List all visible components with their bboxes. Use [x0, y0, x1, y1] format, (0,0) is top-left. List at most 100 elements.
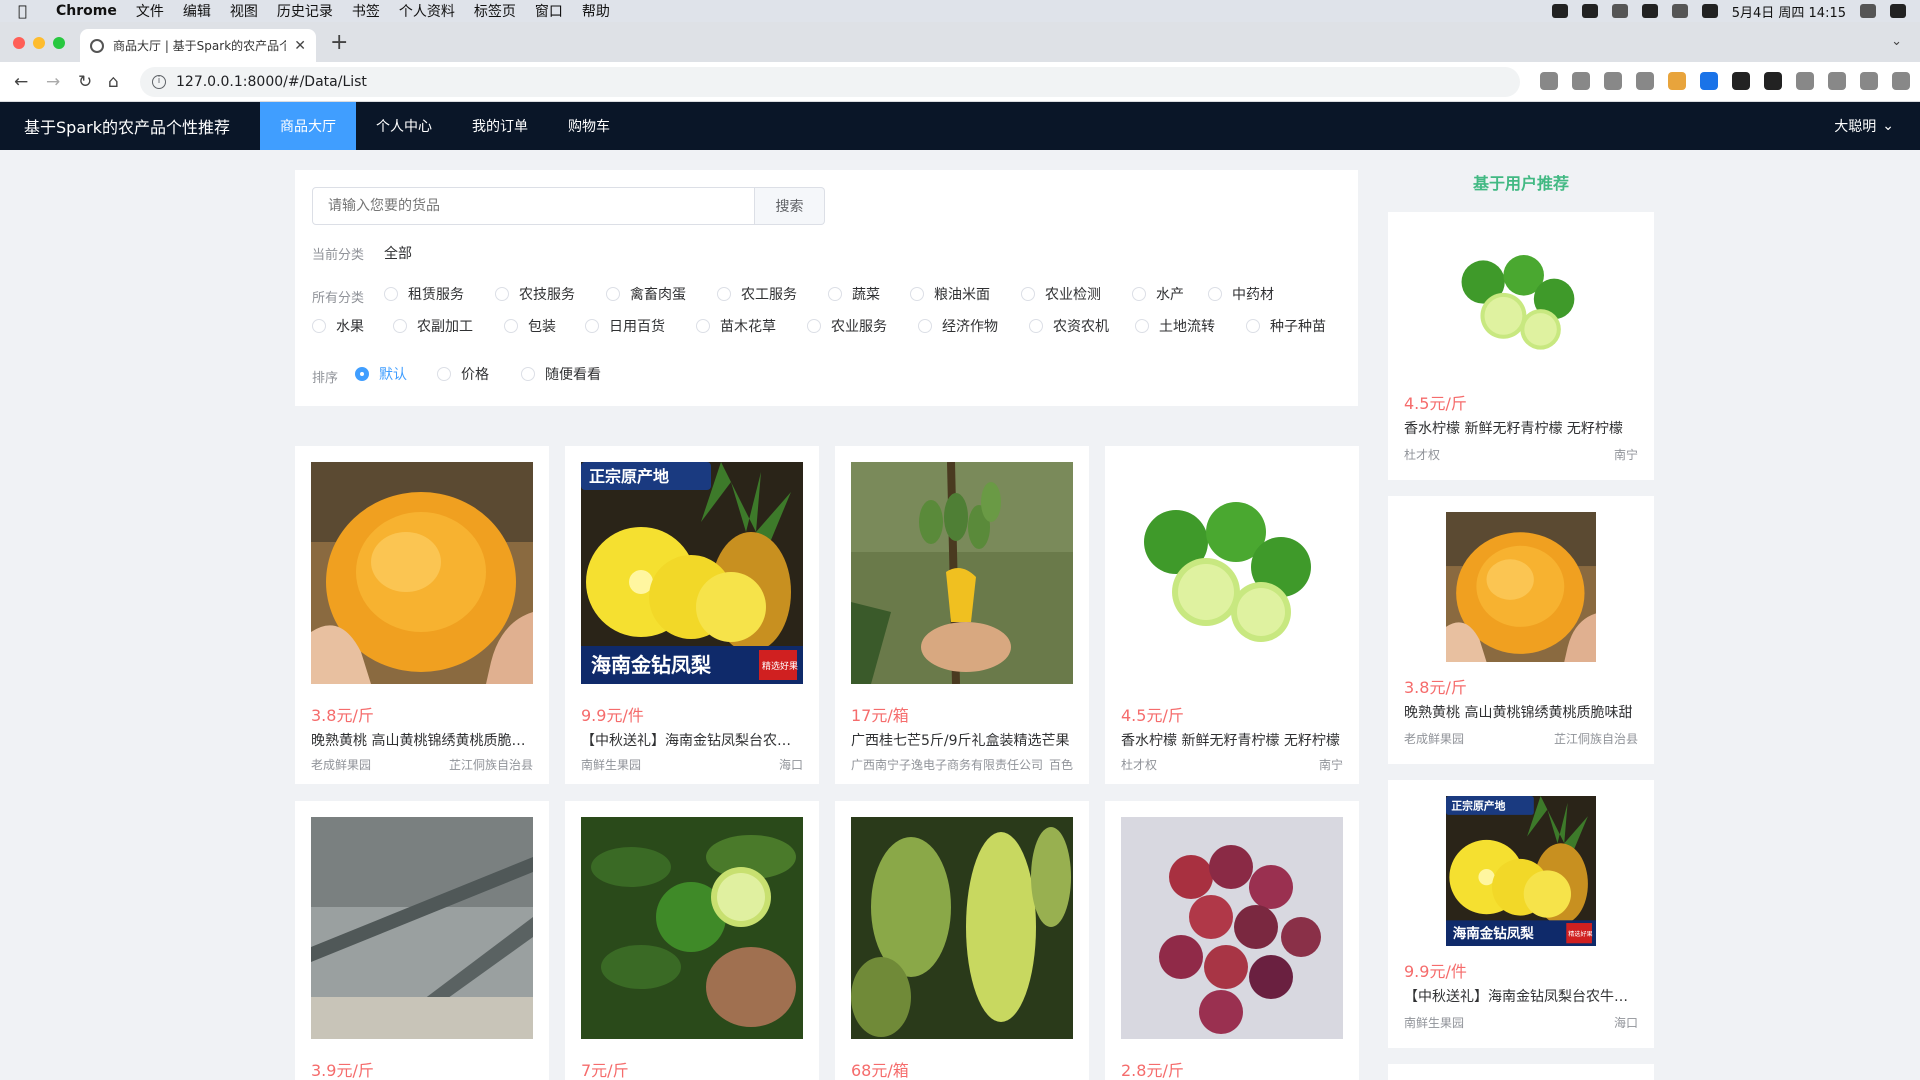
radio-icon[interactable]: [828, 287, 842, 301]
recommend-name[interactable]: 【中秋送礼】海南金钻凤梨台农牛奶菠萝: [1404, 986, 1638, 1006]
radio-icon[interactable]: [312, 319, 326, 333]
category-option[interactable]: 粮油米面: [910, 284, 990, 304]
bookmark-star-icon[interactable]: [1636, 72, 1654, 90]
product-image[interactable]: [851, 817, 1073, 1039]
fullscreen-window-button[interactable]: [53, 37, 65, 49]
url-text[interactable]: 127.0.0.1:8000/#/Data/List: [176, 74, 367, 90]
radio-icon[interactable]: [393, 319, 407, 333]
menu-view[interactable]: 视图: [230, 1, 258, 21]
puzzle-icon[interactable]: [1796, 72, 1814, 90]
category-option[interactable]: 包装: [504, 316, 556, 336]
sidebar-icon[interactable]: [1828, 72, 1846, 90]
recommend-name[interactable]: 晚熟黄桃 高山黄桃锦绣黄桃质脆味甜: [1404, 702, 1638, 722]
home-icon[interactable]: ⌂: [108, 72, 119, 92]
category-option[interactable]: 苗木花草: [696, 316, 776, 336]
recommend-card[interactable]: 4.5元/斤 香水柠檬 新鲜无籽青柠檬 无籽柠檬 杜才权 南宁: [1388, 212, 1654, 480]
product-card[interactable]: 2.8元/斤: [1105, 801, 1359, 1080]
radio-icon[interactable]: [585, 319, 599, 333]
category-option[interactable]: 禽畜肉蛋: [606, 284, 686, 304]
category-option[interactable]: 种子种苗: [1246, 316, 1326, 336]
product-card[interactable]: 7元/斤: [565, 801, 819, 1080]
menu-file[interactable]: 文件: [136, 1, 164, 21]
product-card[interactable]: 4.5元/斤 香水柠檬 新鲜无籽青柠檬 无籽柠檬 杜才权 南宁: [1105, 446, 1359, 784]
menu-chrome[interactable]: Chrome: [56, 3, 117, 19]
menu-tab[interactable]: 标签页: [474, 1, 516, 21]
product-name[interactable]: 广西桂七芒5斤/9斤礼盒装精选芒果: [851, 730, 1073, 750]
recommend-card[interactable]: 3.8元/斤 晚熟黄桃 高山黄桃锦绣黄桃质脆味甜 老成鲜果园 芷江侗族自治县: [1388, 496, 1654, 764]
category-option[interactable]: 经济作物: [918, 316, 998, 336]
product-card[interactable]: 3.9元/斤: [295, 801, 549, 1080]
recommend-image[interactable]: 正宗原产地 海南金钻凤梨 精选好果: [1446, 796, 1596, 946]
menu-bookmarks[interactable]: 书签: [352, 1, 380, 21]
radio-icon[interactable]: [504, 319, 518, 333]
recommend-card[interactable]: [1388, 1064, 1654, 1080]
category-option[interactable]: 农资农机: [1029, 316, 1109, 336]
product-name[interactable]: 【中秋送礼】海南金钻凤梨台农牛奶菠萝: [581, 730, 803, 750]
product-card[interactable]: 68元/箱: [835, 801, 1089, 1080]
recommend-card[interactable]: 正宗原产地 海南金钻凤梨 精选好果 9.9元/件 【中秋送礼】海南金钻凤梨台农牛…: [1388, 780, 1654, 1048]
product-image[interactable]: [1121, 462, 1343, 684]
user-name[interactable]: 大聪明: [1834, 116, 1876, 136]
record-icon[interactable]: [1581, 4, 1598, 18]
radio-icon[interactable]: [606, 287, 620, 301]
category-option[interactable]: 土地流转: [1135, 316, 1215, 336]
product-image[interactable]: [1121, 817, 1343, 1039]
browser-tab[interactable]: 商品大厅 | 基于Spark的农产品个性化推荐 ✕: [80, 29, 316, 62]
nav-item-orders[interactable]: 我的订单: [452, 102, 548, 150]
recommend-image[interactable]: [1446, 228, 1596, 378]
radio-icon[interactable]: [918, 319, 932, 333]
translate-icon[interactable]: [1572, 72, 1590, 90]
user-menu[interactable]: 大聪明 ⌄: [1834, 102, 1894, 150]
category-option[interactable]: 租赁服务: [384, 284, 464, 304]
forward-icon[interactable]: →: [46, 72, 60, 92]
extension-icon[interactable]: [1732, 72, 1750, 90]
gear-icon[interactable]: [1551, 4, 1568, 18]
category-option[interactable]: 日用百货: [585, 316, 665, 336]
category-option[interactable]: 农业服务: [807, 316, 887, 336]
reload-icon[interactable]: ↻: [78, 72, 92, 92]
sort-option-random[interactable]: 随便看看: [521, 364, 601, 384]
brand-title[interactable]: 基于Spark的农产品个性推荐: [0, 102, 260, 150]
product-name[interactable]: 晚熟黄桃 高山黄桃锦绣黄桃质脆味甜: [311, 730, 533, 750]
category-option[interactable]: 农业检测: [1021, 284, 1101, 304]
clock[interactable]: 5月4日 周四 14:15: [1732, 2, 1846, 21]
wechat-icon[interactable]: [1641, 4, 1658, 18]
radio-icon[interactable]: [807, 319, 821, 333]
product-card[interactable]: 正宗原产地 海南金钻凤梨 精选好果 9.9元/件 【中秋送礼】海南金钻凤梨台农牛…: [565, 446, 819, 784]
recommend-name[interactable]: 香水柠檬 新鲜无籽青柠檬 无籽柠檬: [1404, 418, 1638, 438]
radio-icon[interactable]: [521, 367, 535, 381]
nav-item-profile[interactable]: 个人中心: [356, 102, 452, 150]
close-tab-icon[interactable]: ✕: [294, 38, 306, 54]
extension-icon[interactable]: [1764, 72, 1782, 90]
info-icon[interactable]: i: [152, 75, 166, 89]
share-icon[interactable]: [1604, 72, 1622, 90]
menu-help[interactable]: 帮助: [582, 1, 610, 21]
nav-item-mall[interactable]: 商品大厅: [259, 102, 356, 150]
product-card[interactable]: 3.8元/斤 晚熟黄桃 高山黄桃锦绣黄桃质脆味甜 老成鲜果园 芷江侗族自治县: [295, 446, 549, 784]
radio-icon[interactable]: [1029, 319, 1043, 333]
product-image[interactable]: [581, 817, 803, 1039]
product-image[interactable]: [851, 462, 1073, 684]
search-button[interactable]: 搜索: [755, 187, 825, 225]
radio-icon[interactable]: [437, 367, 451, 381]
product-image[interactable]: [311, 817, 533, 1039]
key-icon[interactable]: [1540, 72, 1558, 90]
more-icon[interactable]: [1892, 72, 1910, 90]
radio-icon[interactable]: [717, 287, 731, 301]
extension-icon[interactable]: [1668, 72, 1686, 90]
radio-icon[interactable]: [384, 287, 398, 301]
search-icon[interactable]: [1860, 4, 1876, 18]
radio-icon[interactable]: [1132, 287, 1146, 301]
category-option[interactable]: 蔬菜: [828, 284, 880, 304]
input-method-icon[interactable]: [1671, 4, 1688, 18]
menu-history[interactable]: 历史记录: [277, 1, 333, 21]
radio-icon[interactable]: [1135, 319, 1149, 333]
category-option[interactable]: 水产: [1132, 284, 1184, 304]
radio-icon[interactable]: [696, 319, 710, 333]
radio-icon[interactable]: [1208, 287, 1222, 301]
search-input[interactable]: [312, 187, 755, 225]
signal-icon[interactable]: [1611, 4, 1628, 18]
back-icon[interactable]: ←: [14, 72, 28, 92]
recommend-image[interactable]: [1446, 512, 1596, 662]
category-option[interactable]: 农工服务: [717, 284, 797, 304]
